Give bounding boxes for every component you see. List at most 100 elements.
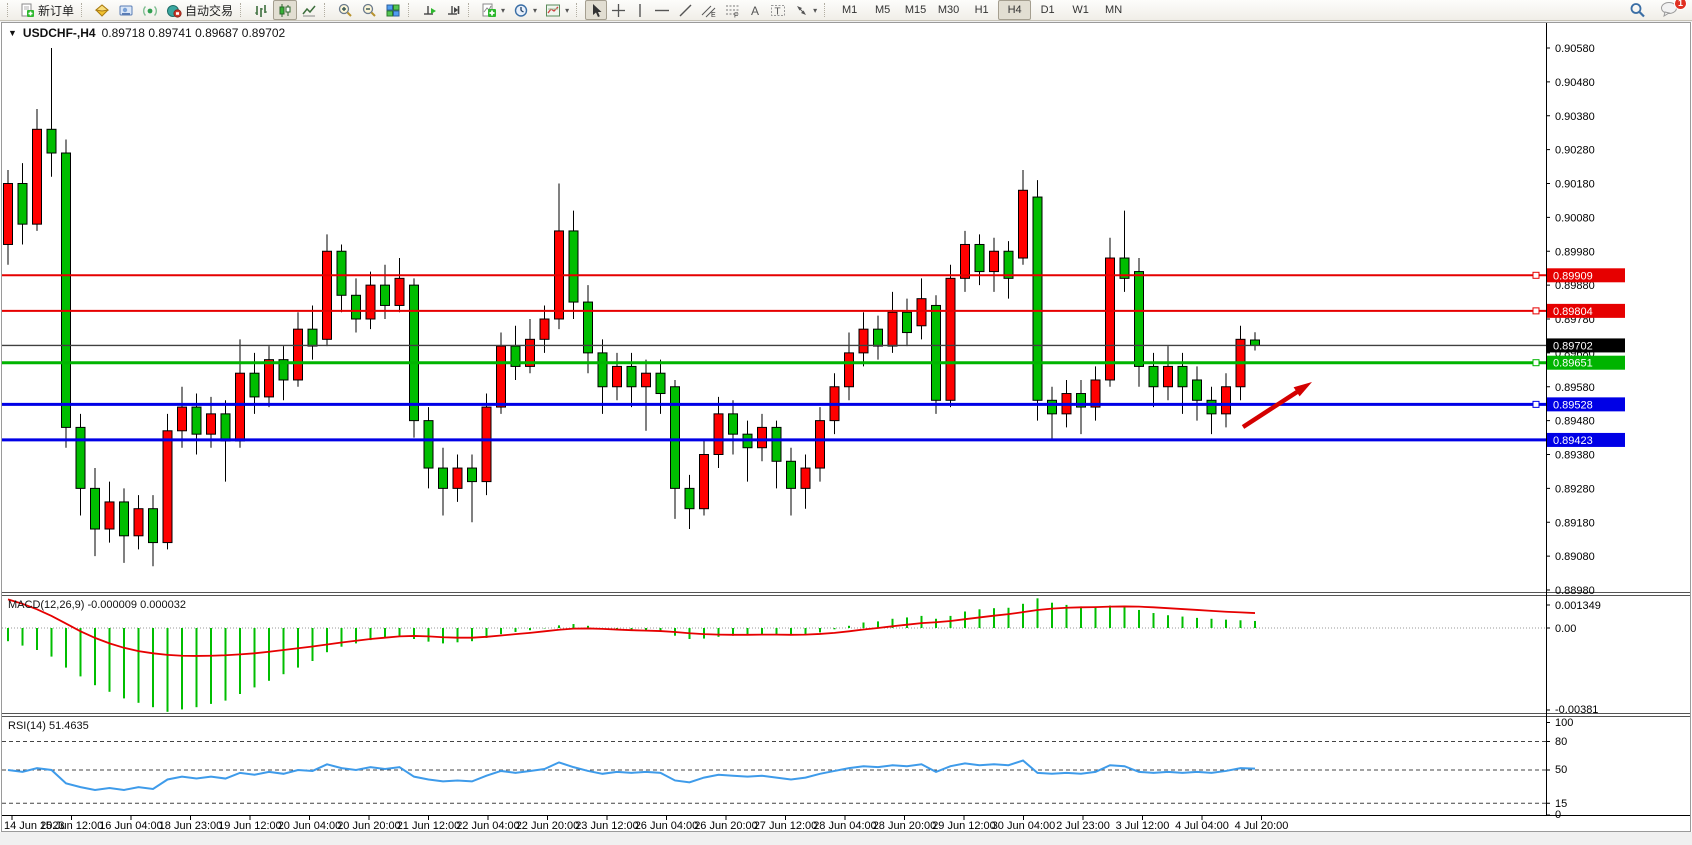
candle-body [700, 455, 709, 509]
timeframe-button-mn[interactable]: MN [1097, 0, 1130, 20]
toolbar-grip[interactable] [468, 3, 472, 17]
time-tick-label: 30 Jun 04:00 [992, 820, 1056, 832]
auto-scroll-button[interactable] [417, 0, 441, 20]
candle-body [76, 427, 85, 488]
ohlc-high: 0.89741 [148, 26, 191, 40]
crosshair-button[interactable] [607, 0, 630, 20]
vertical-line-button[interactable] [630, 0, 650, 20]
cursor-button[interactable] [585, 0, 607, 20]
timeframe-button-m5[interactable]: M5 [866, 0, 899, 20]
horizontal-line-button[interactable] [650, 0, 674, 20]
rsi-scale-label: 80 [1555, 736, 1567, 748]
candle-body [366, 285, 375, 319]
candle-body [33, 129, 42, 224]
arrows-button[interactable]: ▾ [790, 0, 821, 20]
fibonacci-button[interactable]: F [721, 0, 745, 20]
candle-body [917, 299, 926, 326]
candle-body [990, 251, 999, 271]
templates-button[interactable]: ▾ [541, 0, 573, 20]
candle-body [946, 278, 955, 400]
one-click-panel-toggle[interactable]: ▼ [8, 28, 17, 38]
line-drag-handle[interactable] [1533, 308, 1539, 314]
toolbar-grip[interactable] [408, 3, 412, 17]
candle-body [888, 312, 897, 346]
indicators-button[interactable]: ▾ [477, 0, 509, 20]
terminal-button[interactable] [114, 0, 138, 20]
svg-text:A: A [751, 4, 759, 18]
macd-max-label: 0.001349 [1555, 600, 1601, 612]
chart-shift-button[interactable] [441, 0, 465, 20]
candle-body [903, 312, 912, 332]
line-drag-handle[interactable] [1533, 360, 1539, 366]
notifications-button[interactable]: 1 [1656, 0, 1682, 20]
price-tick-label: 0.89480 [1555, 416, 1595, 428]
chart-shift-icon [445, 3, 461, 18]
search-button[interactable] [1625, 0, 1650, 20]
metaeditor-icon [94, 3, 110, 18]
time-tick-label: 20 Jun 04:00 [278, 820, 342, 832]
signals-button[interactable] [138, 0, 162, 20]
candle-body [961, 244, 970, 278]
candle-body [613, 366, 622, 386]
toolbar-grip[interactable] [7, 3, 11, 17]
signal-icon [142, 3, 158, 18]
zoom-out-icon [361, 3, 377, 18]
candle-body [337, 251, 346, 295]
line-drag-handle[interactable] [1533, 272, 1539, 278]
time-tick-label: 18 Jun 23:00 [159, 820, 223, 832]
tile-windows-button[interactable] [381, 0, 405, 20]
candle-body [801, 468, 810, 488]
candle-body [207, 414, 216, 434]
chart-canvas[interactable]: 0.905800.904800.903800.902800.901800.900… [0, 22, 1692, 845]
text-label-button[interactable]: T [766, 0, 790, 20]
price-tick-label: 0.89580 [1555, 382, 1595, 394]
zoom-out-button[interactable] [357, 0, 381, 20]
periods-button[interactable]: ▾ [509, 0, 541, 20]
time-tick-label: 23 Jun 12:00 [575, 820, 639, 832]
candle-body [1178, 366, 1187, 386]
candle-body [149, 509, 158, 543]
window-footer [0, 832, 1692, 845]
time-tick-label: 29 Jun 12:00 [932, 820, 996, 832]
timeframe-button-h4[interactable]: H4 [998, 0, 1031, 20]
candle-body [642, 373, 651, 387]
svg-text:E: E [711, 12, 716, 18]
chart-bars-button[interactable] [249, 0, 273, 20]
timeframe-button-m30[interactable]: M30 [932, 0, 965, 20]
chart-candles-button[interactable] [273, 0, 297, 20]
price-tick-label: 0.90080 [1555, 212, 1595, 224]
price-tick-label: 0.90280 [1555, 145, 1595, 157]
time-tick-label: 2 Jul 23:00 [1056, 820, 1110, 832]
time-tick-label: 20 Jun 20:00 [337, 820, 401, 832]
time-tick-label: 21 Jun 12:00 [397, 820, 461, 832]
price-tag-0.89804-text: 0.89804 [1553, 306, 1593, 318]
time-tick-label: 28 Jun 20:00 [873, 820, 937, 832]
chart-line-button[interactable] [297, 0, 321, 20]
timeframe-button-d1[interactable]: D1 [1031, 0, 1064, 20]
candle-body [569, 231, 578, 302]
toolbar-grip[interactable] [81, 3, 85, 17]
price-tick-label: 0.90180 [1555, 179, 1595, 191]
autotrading-button[interactable]: 自动交易 [162, 0, 237, 20]
candle-body [714, 414, 723, 455]
line-drag-handle[interactable] [1533, 401, 1539, 407]
new-order-button[interactable]: 新订单 [16, 0, 78, 20]
candle-body [497, 346, 506, 407]
timeframe-button-m1[interactable]: M1 [833, 0, 866, 20]
timeframe-button-m15[interactable]: M15 [899, 0, 932, 20]
timeframe-button-w1[interactable]: W1 [1064, 0, 1097, 20]
price-tick-label: 0.88980 [1555, 585, 1595, 597]
toolbar-grip[interactable] [576, 3, 580, 17]
toolbar-grip[interactable] [240, 3, 244, 17]
toolbar-grip[interactable] [824, 3, 828, 17]
metaeditor-button[interactable] [90, 0, 114, 20]
equidistant-channel-button[interactable]: E [697, 0, 721, 20]
text-button[interactable]: A [745, 0, 766, 20]
toolbar-grip[interactable] [324, 3, 328, 17]
candle-body [178, 407, 187, 431]
trendline-button[interactable] [674, 0, 697, 20]
candle-body [395, 278, 404, 305]
timeframe-button-h1[interactable]: H1 [965, 0, 998, 20]
zoom-in-button[interactable] [333, 0, 357, 20]
candle-body [381, 285, 390, 305]
